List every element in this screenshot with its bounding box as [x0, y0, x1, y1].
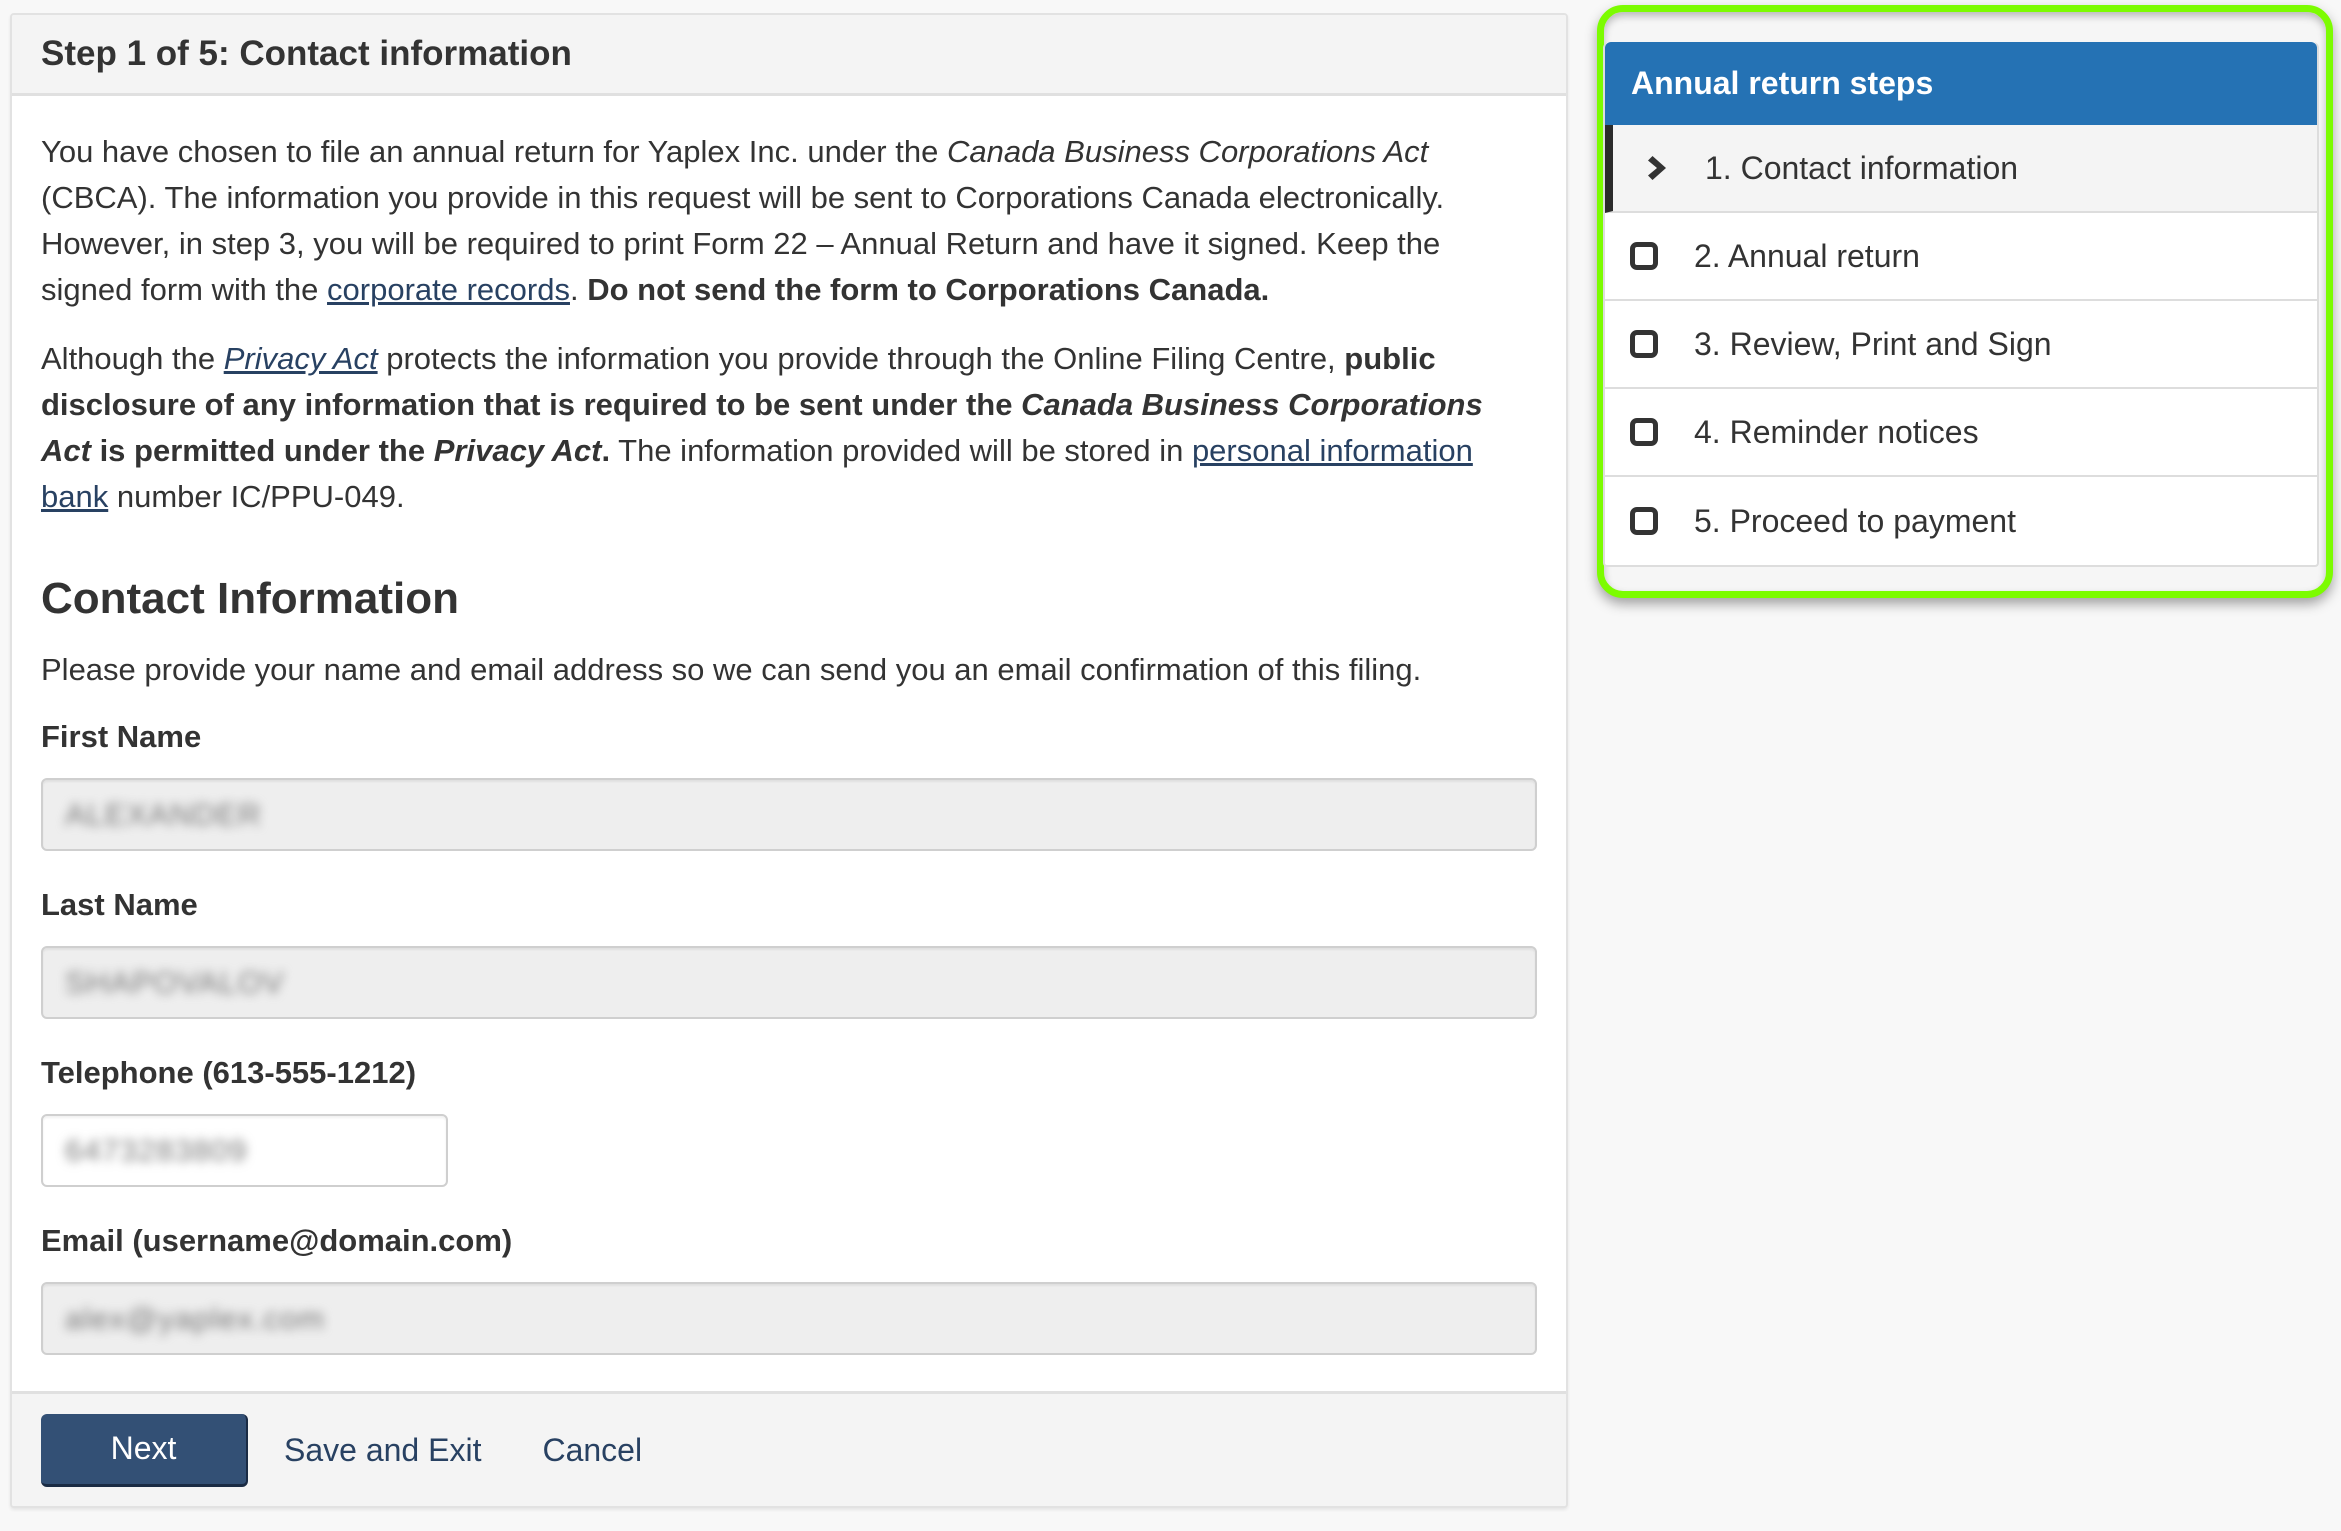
steps-header: Annual return steps — [1605, 42, 2317, 125]
telephone-input[interactable]: 6473283809 — [41, 1114, 448, 1187]
panel-body: You have chosen to file an annual return… — [12, 129, 1566, 1355]
privacy-act-name: Privacy Act — [433, 433, 602, 468]
first-name-label: First Name — [41, 719, 202, 754]
text: is permitted under the — [90, 433, 434, 468]
panel-heading: Step 1 of 5: Contact information — [12, 15, 1566, 96]
text: . — [569, 272, 588, 307]
text: protects the information you provide thr… — [377, 341, 1345, 376]
telephone-label: Telephone (613-555-1212) — [41, 1055, 417, 1090]
empty-box-icon — [1630, 507, 1658, 535]
text: number IC/PPU-049. — [108, 479, 405, 514]
act-name: Canada Business Corporations Act — [946, 134, 1429, 169]
text: The information provided will be stored … — [610, 433, 1192, 468]
first-name-input[interactable]: ALEXANDER — [41, 778, 1537, 851]
step-label: 1. Contact information — [1705, 149, 2019, 186]
step-label: 2. Annual return — [1694, 237, 1920, 274]
empty-box-icon — [1630, 242, 1658, 270]
telephone-field-group: Telephone (613-555-1212) 6473283809 — [41, 1055, 1537, 1187]
telephone-value: 6473283809 — [65, 1132, 248, 1168]
corporate-records-link[interactable]: corporate records — [327, 272, 570, 307]
step-panel: Step 1 of 5: Contact information You hav… — [10, 13, 1568, 1508]
annual-return-steps: Annual return steps 1. Contact informati… — [1603, 42, 2319, 567]
panel-footer: Next Save and Exit Cancel — [12, 1391, 1566, 1506]
step-item-review-print-sign[interactable]: 3. Review, Print and Sign — [1605, 301, 2317, 389]
step-item-annual-return[interactable]: 2. Annual return — [1605, 213, 2317, 301]
first-name-value: ALEXANDER — [65, 796, 262, 832]
step-label: 4. Reminder notices — [1694, 413, 1979, 450]
intro-text: You have chosen to file an annual return… — [41, 129, 1537, 520]
email-field-group: Email (username@domain.com) alex@yaplex.… — [41, 1223, 1537, 1355]
contact-information-description: Please provide your name and email addre… — [41, 652, 1422, 687]
last-name-field-group: Last Name SHAPOVALOV — [41, 887, 1537, 1019]
email-label: Email (username@domain.com) — [41, 1223, 513, 1258]
email-value: alex@yaplex.com — [65, 1300, 326, 1336]
contact-information-title: Contact Information — [41, 574, 459, 623]
privacy-act-link-text: Privacy Act — [223, 341, 378, 376]
text: . — [601, 433, 611, 468]
intro-paragraph-2: Although the Privacy Act protects the in… — [41, 336, 1537, 520]
save-and-exit-link[interactable]: Save and Exit — [284, 1432, 481, 1469]
email-input[interactable]: alex@yaplex.com — [41, 1282, 1537, 1355]
text: Although the — [41, 341, 224, 376]
step-label: 3. Review, Print and Sign — [1694, 325, 2052, 362]
cancel-link[interactable]: Cancel — [542, 1432, 642, 1469]
empty-box-icon — [1630, 330, 1658, 358]
last-name-input[interactable]: SHAPOVALOV — [41, 946, 1537, 1019]
next-button[interactable]: Next — [41, 1413, 248, 1487]
do-not-send-warning: Do not send the form to Corporations Can… — [587, 272, 1270, 307]
step-heading: Step 1 of 5: Contact information — [41, 34, 572, 73]
text: You have chosen to file an annual return… — [41, 134, 947, 169]
first-name-field-group: First Name ALEXANDER — [41, 719, 1537, 851]
last-name-value: SHAPOVALOV — [65, 964, 285, 1000]
intro-paragraph-1: You have chosen to file an annual return… — [41, 129, 1537, 313]
privacy-act-link[interactable]: Privacy Act — [224, 341, 378, 376]
empty-box-icon — [1630, 418, 1658, 446]
step-item-contact-information[interactable]: 1. Contact information — [1605, 125, 2317, 213]
step-item-reminder-notices[interactable]: 4. Reminder notices — [1605, 389, 2317, 477]
chevron-right-icon — [1648, 156, 1666, 180]
step-label: 5. Proceed to payment — [1694, 502, 2016, 539]
last-name-label: Last Name — [41, 887, 198, 922]
step-item-proceed-to-payment[interactable]: 5. Proceed to payment — [1605, 477, 2317, 565]
